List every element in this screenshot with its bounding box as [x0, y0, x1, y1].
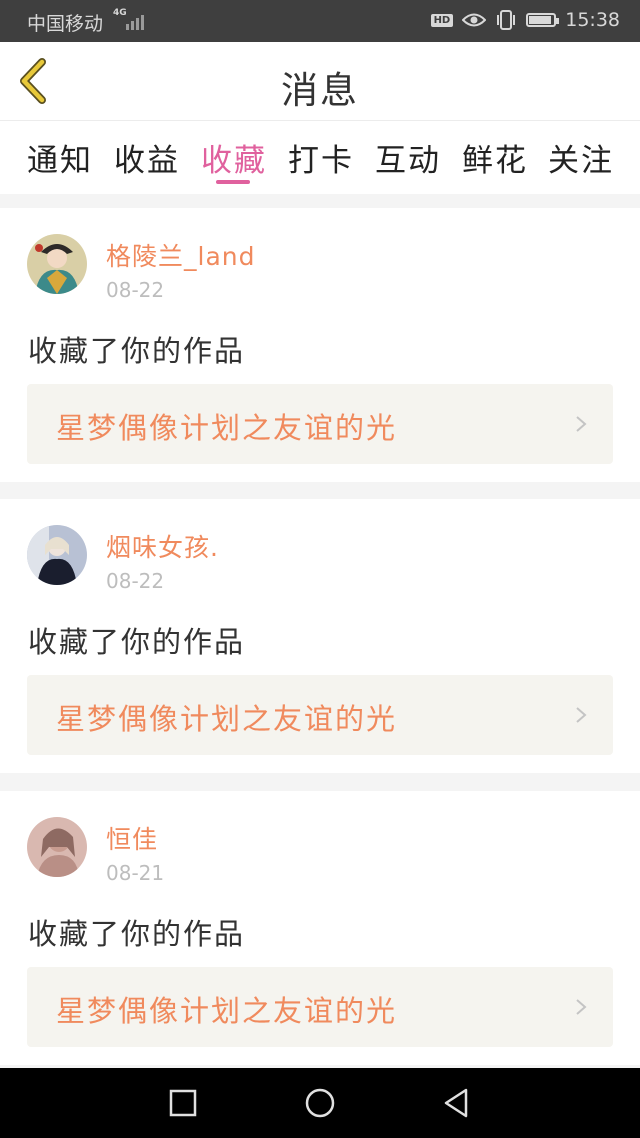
tab-bar: 通知 收益 收藏 打卡 互动 鲜花 关注: [0, 121, 640, 194]
vibrate-icon: [497, 10, 516, 30]
tab-follows[interactable]: 关注: [548, 135, 614, 180]
message-date: 08-21: [106, 861, 165, 885]
work-title: 星梦偶像计划之友谊的光: [56, 994, 398, 1028]
work-link[interactable]: 星梦偶像计划之友谊的光: [27, 967, 613, 1047]
action-text: 收藏了你的作品: [28, 917, 246, 951]
tab-checkin[interactable]: 打卡: [288, 135, 354, 180]
chevron-right-icon: [576, 416, 587, 432]
action-text: 收藏了你的作品: [28, 334, 246, 368]
triangle-back-icon[interactable]: [440, 1086, 474, 1120]
tab-interactions[interactable]: 互动: [375, 135, 441, 180]
carrier-name: 中国移动: [27, 13, 104, 35]
work-link[interactable]: 星梦偶像计划之友谊的光: [27, 675, 613, 755]
avatar[interactable]: [27, 525, 87, 585]
chevron-right-icon: [576, 707, 587, 723]
network-type: 4G: [113, 8, 127, 18]
battery-icon: [526, 13, 560, 27]
circle-home-icon[interactable]: [303, 1086, 337, 1120]
tab-notifications[interactable]: 通知: [27, 135, 93, 180]
message-card: 格陵兰_land 08-22 收藏了你的作品 星梦偶像计划之友谊的光: [0, 208, 640, 482]
username[interactable]: 格陵兰_land: [106, 237, 255, 273]
work-link[interactable]: 星梦偶像计划之友谊的光: [27, 384, 613, 464]
avatar[interactable]: [27, 234, 87, 294]
username[interactable]: 恒佳: [106, 820, 158, 856]
hd-voice-badge: HD: [430, 13, 454, 27]
square-recents-icon[interactable]: [166, 1086, 200, 1120]
system-navigation-bar: [0, 1068, 640, 1138]
eye-comfort-icon: [462, 13, 487, 27]
page-title: 消息: [281, 69, 359, 112]
message-date: 08-22: [106, 278, 165, 302]
active-tab-indicator: [216, 180, 250, 184]
tab-flowers[interactable]: 鲜花: [462, 135, 528, 180]
avatar[interactable]: [27, 817, 87, 877]
message-card: 恒佳 08-21 收藏了你的作品 星梦偶像计划之友谊的光: [0, 791, 640, 1065]
tab-favorites[interactable]: 收藏: [201, 135, 267, 180]
status-bar: 中国移动 4G HD 15:38: [0, 0, 640, 42]
message-date: 08-22: [106, 569, 165, 593]
header: 消息: [0, 42, 640, 121]
work-title: 星梦偶像计划之友谊的光: [56, 702, 398, 736]
username[interactable]: 烟味女孩.: [106, 528, 219, 564]
signal-icon: [126, 12, 148, 30]
clock-time: 15:38: [565, 9, 620, 31]
work-title: 星梦偶像计划之友谊的光: [56, 411, 398, 445]
message-card: 烟味女孩. 08-22 收藏了你的作品 星梦偶像计划之友谊的光: [0, 499, 640, 773]
chevron-right-icon: [576, 999, 587, 1015]
tab-earnings[interactable]: 收益: [114, 135, 180, 180]
action-text: 收藏了你的作品: [28, 625, 246, 659]
